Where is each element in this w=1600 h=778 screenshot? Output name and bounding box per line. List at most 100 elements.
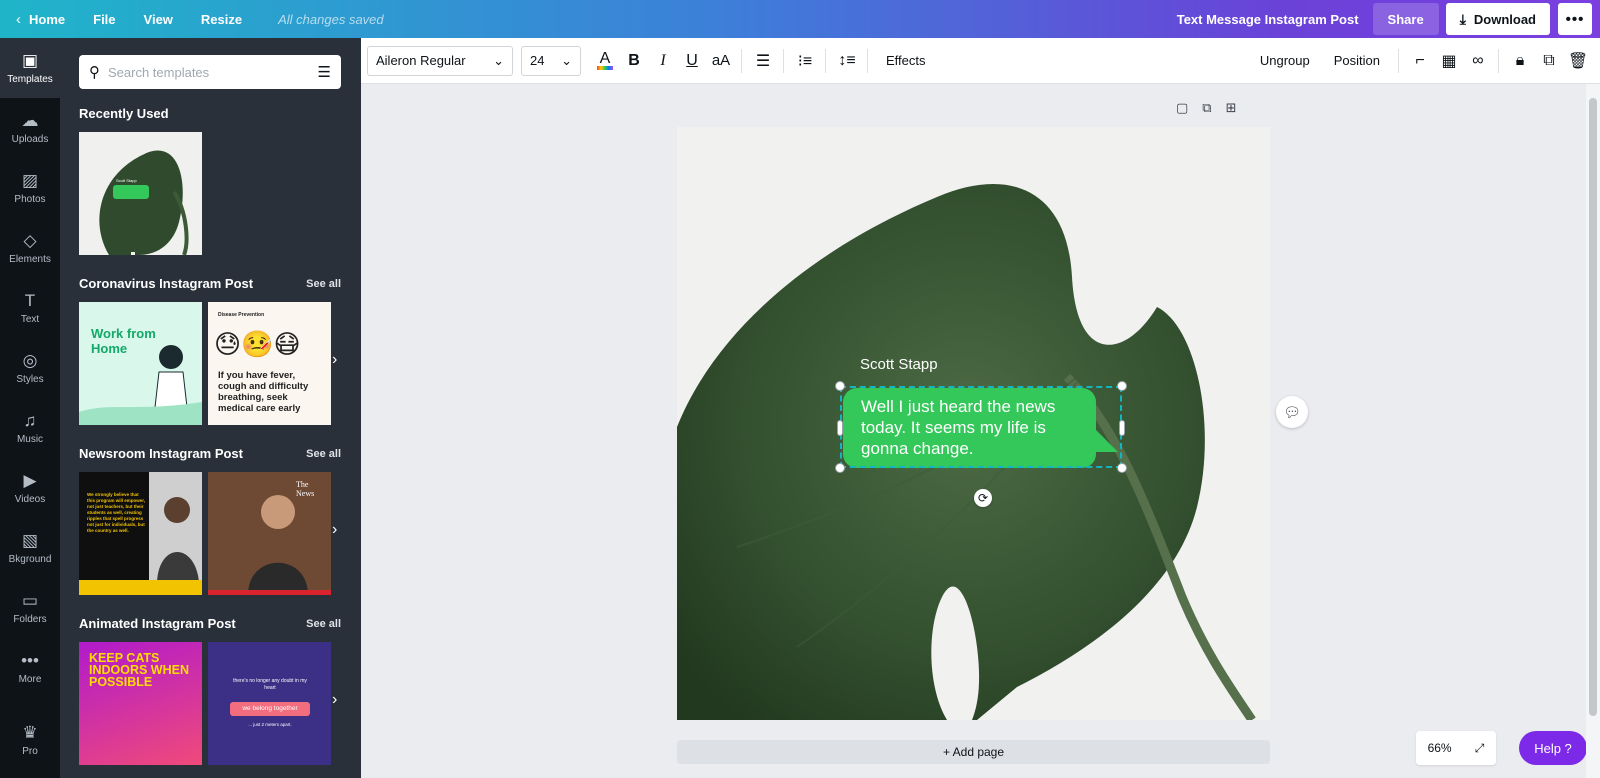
template-thumb-newsroom-quote[interactable]: We strongly believe that this program wi…: [79, 472, 202, 595]
paint-roller-icon[interactable]: ⌐: [1406, 46, 1434, 76]
text-case-icon[interactable]: aA: [707, 46, 735, 76]
line-spacing-icon[interactable]: ↕≡: [833, 46, 861, 76]
link-icon[interactable]: ∞: [1464, 46, 1492, 76]
rail-background[interactable]: ▧ Bkground: [0, 518, 60, 578]
text-color-icon: A: [599, 49, 611, 67]
thumb-text: If you have fever, cough and difficulty …: [218, 370, 309, 414]
underline-icon[interactable]: U: [678, 46, 706, 76]
toolbar-divider: [825, 48, 826, 73]
ungroup-button[interactable]: Ungroup: [1248, 53, 1322, 68]
search-icon: ⚲: [89, 64, 100, 81]
rail-label: Pro: [22, 746, 38, 757]
chevron-down-icon: ⌄: [561, 52, 572, 68]
add-page-icon[interactable]: ⊞: [1226, 100, 1237, 116]
editor-toolbar: Aileron Regular ⌄ 24 ⌄ A B I U aA ☰ ⁝≡ ↕…: [361, 38, 1600, 84]
search-box: ⚲ ☰: [79, 55, 341, 89]
thumb-bubble: [113, 185, 149, 199]
rail-photos[interactable]: ▨ Photos: [0, 158, 60, 218]
carousel-next-icon[interactable]: ›: [332, 351, 337, 369]
rail-styles[interactable]: ◎ Styles: [0, 338, 60, 398]
rail-templates[interactable]: ▣ Templates: [0, 38, 60, 98]
see-all-coronavirus[interactable]: See all: [306, 278, 341, 290]
effects-button[interactable]: Effects: [874, 53, 938, 68]
add-comment-icon[interactable]: 💬︎: [1276, 396, 1308, 428]
thumb-bottom: ... just 2 meters apart.: [248, 722, 292, 727]
help-button[interactable]: Help ?: [1519, 731, 1587, 765]
shapes-icon: ◇: [23, 231, 37, 250]
template-thumb-recent[interactable]: Scott Stapp: [79, 132, 202, 255]
rail-elements[interactable]: ◇ Elements: [0, 218, 60, 278]
bullet-list-icon[interactable]: ⁝≡: [791, 46, 819, 76]
toolbar-divider: [1498, 48, 1499, 73]
rail-label: More: [18, 674, 42, 685]
home-label: Home: [29, 11, 66, 27]
see-all-newsroom[interactable]: See all: [306, 448, 341, 460]
see-all-animated[interactable]: See all: [306, 618, 341, 630]
transparency-icon[interactable]: ▦: [1435, 46, 1463, 76]
share-button[interactable]: Share: [1372, 3, 1439, 35]
sender-name[interactable]: Scott Stapp: [860, 356, 938, 373]
align-left-icon[interactable]: ☰: [749, 46, 777, 76]
resize-handle-bottom-left[interactable]: [835, 463, 845, 473]
message-bubble-tail: [1086, 420, 1118, 452]
resize-menu[interactable]: Resize: [187, 0, 256, 38]
rotate-icon[interactable]: ⟳: [974, 489, 992, 507]
template-thumb-work-from-home[interactable]: Work from Home: [79, 302, 202, 425]
resize-handle-top-left[interactable]: [835, 381, 845, 391]
rail-folders[interactable]: ▭ Folders: [0, 578, 60, 638]
italic-icon[interactable]: I: [649, 46, 677, 76]
trash-icon[interactable]: 🗑︎: [1564, 46, 1592, 76]
rail-videos[interactable]: ▶ Videos: [0, 458, 60, 518]
carousel-next-icon[interactable]: ›: [332, 521, 337, 539]
more-options-button[interactable]: •••: [1558, 3, 1592, 35]
download-icon: ⤓: [1459, 10, 1466, 27]
text-color-button[interactable]: A: [591, 46, 619, 76]
template-thumb-the-news[interactable]: The News: [208, 472, 331, 595]
font-family-dropdown[interactable]: Aileron Regular ⌄: [367, 45, 513, 76]
add-page-button[interactable]: + Add page: [677, 740, 1270, 764]
rail-text[interactable]: T Text: [0, 278, 60, 338]
vertical-scrollbar[interactable]: [1586, 84, 1600, 778]
filter-sliders-icon[interactable]: ☰: [318, 63, 331, 81]
template-thumb-disease-prevention[interactable]: Disease Prevention 😓🤒😷 If you have fever…: [208, 302, 331, 425]
file-menu[interactable]: File: [79, 0, 129, 38]
scrollbar-thumb[interactable]: [1589, 98, 1597, 716]
top-bar: ‹ Home File View Resize All changes save…: [0, 0, 1600, 38]
toolbar-divider: [867, 48, 868, 73]
rail-label: Videos: [14, 494, 46, 505]
fullscreen-expand-icon[interactable]: ⤢: [1475, 741, 1485, 756]
template-thumb-keep-cats-indoors[interactable]: KEEP CATS INDOORS WHEN POSSIBLE: [79, 642, 202, 765]
position-button[interactable]: Position: [1322, 53, 1392, 68]
rail-more[interactable]: ••• More: [0, 638, 60, 698]
page-notes-icon[interactable]: ▢: [1176, 100, 1188, 116]
rail-uploads[interactable]: ☁ Uploads: [0, 98, 60, 158]
text-icon: T: [24, 291, 36, 310]
carousel-next-icon[interactable]: ›: [332, 691, 337, 709]
palette-icon: ◎: [22, 351, 38, 370]
search-input[interactable]: [108, 64, 318, 80]
home-button[interactable]: ‹ Home: [0, 0, 79, 38]
message-bubble[interactable]: Well I just heard the news today. It see…: [843, 388, 1096, 468]
lock-icon[interactable]: 🔒︎: [1506, 46, 1534, 76]
resize-handle-top-right[interactable]: [1117, 381, 1127, 391]
bold-icon[interactable]: B: [620, 46, 648, 76]
rail-pro[interactable]: ♛ Pro: [0, 710, 60, 770]
view-menu[interactable]: View: [130, 0, 187, 38]
resize-handle-bottom-right[interactable]: [1117, 463, 1127, 473]
font-size-dropdown[interactable]: 24 ⌄: [521, 45, 581, 76]
toolbar-divider: [741, 48, 742, 73]
zoom-level[interactable]: 66%: [1428, 741, 1452, 755]
download-button[interactable]: ⤓ Download: [1445, 3, 1550, 35]
duplicate-icon[interactable]: ⧉: [1535, 46, 1563, 76]
color-bar: [597, 65, 613, 70]
music-note-icon: ♫: [23, 411, 37, 430]
duplicate-page-icon[interactable]: ⧉: [1202, 100, 1211, 116]
document-title[interactable]: Text Message Instagram Post: [1163, 12, 1373, 27]
resize-handle-left[interactable]: [838, 421, 842, 435]
rail-label: Templates: [7, 74, 53, 85]
template-thumb-we-belong-together[interactable]: there's no longer any doubt in my heart …: [208, 642, 331, 765]
rail-music[interactable]: ♫ Music: [0, 398, 60, 458]
resize-handle-right[interactable]: [1120, 421, 1124, 435]
rail-label: Uploads: [11, 134, 49, 145]
chevron-down-icon: ⌄: [493, 52, 504, 68]
